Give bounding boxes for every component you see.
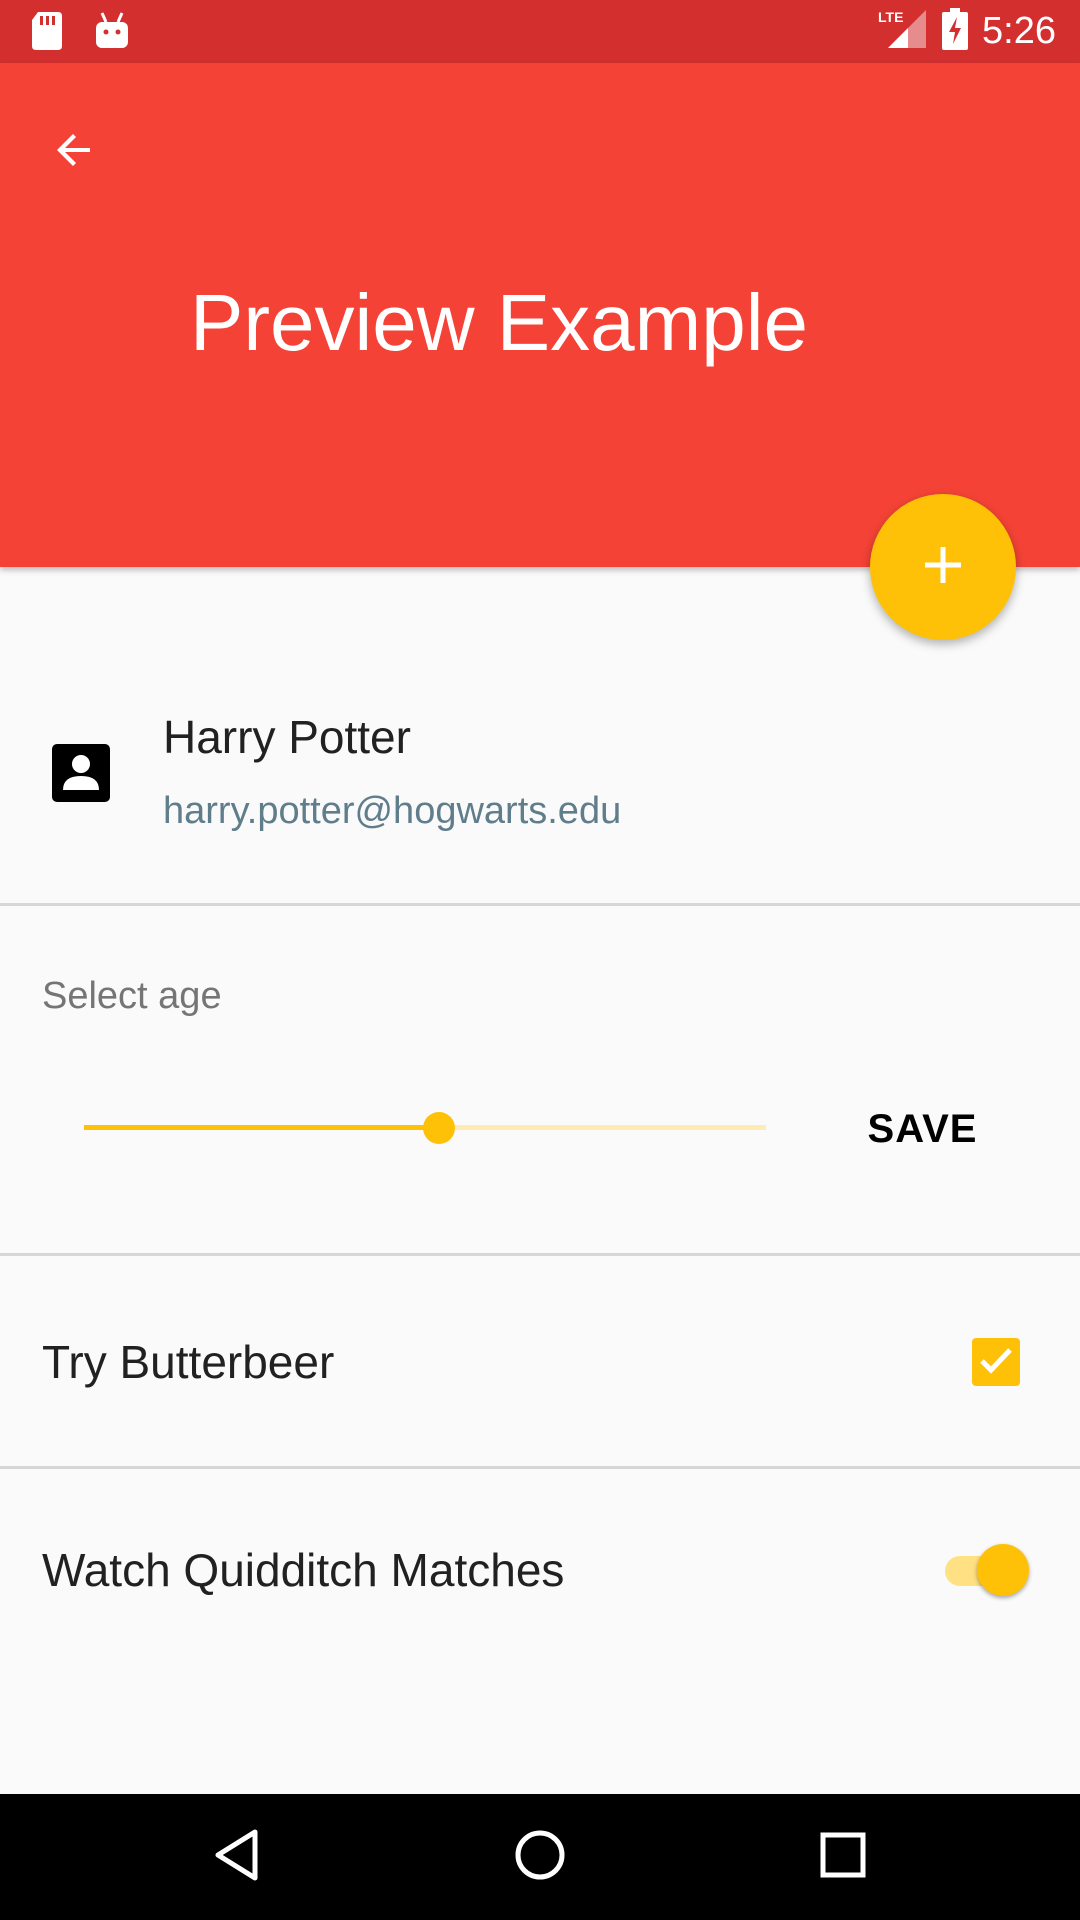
divider <box>0 1466 1080 1469</box>
page-title: Preview Example <box>190 278 809 367</box>
network-label: LTE <box>878 9 903 25</box>
butterbeer-checkbox[interactable] <box>972 1338 1020 1386</box>
contact-card-icon <box>50 742 112 804</box>
divider <box>0 1253 1080 1256</box>
recents-square-icon <box>818 1830 868 1885</box>
contact-email: harry.potter@hogwarts.edu <box>163 790 622 832</box>
sd-card-icon <box>30 10 64 55</box>
arrow-back-icon <box>50 126 98 179</box>
nav-home-button[interactable] <box>495 1812 585 1902</box>
quidditch-switch[interactable] <box>945 1540 1030 1600</box>
nav-back-button[interactable] <box>192 1812 282 1902</box>
app-bar: Preview Example <box>0 63 1080 567</box>
slider-fill <box>84 1125 439 1130</box>
back-triangle-icon <box>212 1828 262 1887</box>
android-icon <box>94 10 130 55</box>
navigation-bar <box>0 1794 1080 1920</box>
age-slider[interactable] <box>84 1100 766 1156</box>
battery-charging-icon <box>942 7 969 55</box>
home-circle-icon <box>513 1828 567 1887</box>
clock: 5:26 <box>982 10 1056 52</box>
check-icon <box>976 1340 1016 1385</box>
nav-recents-button[interactable] <box>798 1812 888 1902</box>
add-fab-button[interactable] <box>870 494 1016 640</box>
back-button[interactable] <box>30 108 118 196</box>
lte-signal-icon: LTE <box>878 8 928 55</box>
contact-item[interactable]: Harry Potter harry.potter@hogwarts.edu <box>0 680 1080 905</box>
switch-thumb <box>977 1544 1029 1596</box>
plus-icon <box>921 543 965 592</box>
status-bar: LTE 5:26 <box>0 0 1080 63</box>
divider <box>0 903 1080 906</box>
butterbeer-label: Try Butterbeer <box>42 1336 335 1388</box>
save-button[interactable]: SAVE <box>850 1100 995 1158</box>
contact-name: Harry Potter <box>163 711 411 763</box>
slider-thumb[interactable] <box>422 1112 455 1144</box>
select-age-label: Select age <box>42 975 222 1017</box>
quidditch-label: Watch Quidditch Matches <box>42 1544 565 1596</box>
